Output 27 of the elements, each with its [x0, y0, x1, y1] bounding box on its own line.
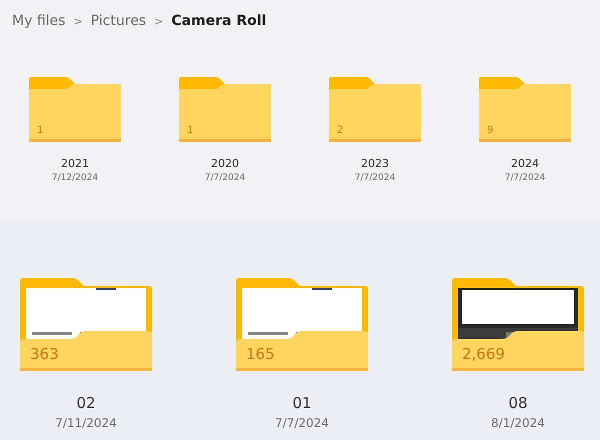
- breadcrumb-item[interactable]: Camera Roll: [171, 13, 266, 29]
- chevron-icon: >: [73, 14, 83, 28]
- folder-name[interactable]: 2023: [361, 157, 389, 170]
- folder-name[interactable]: 02: [76, 394, 96, 412]
- folder-date: 7/7/2024: [354, 173, 396, 183]
- folder-date: 7/7/2024: [504, 173, 546, 183]
- folder-date: 8/1/2024: [491, 416, 545, 430]
- folder-date: 7/7/2024: [204, 173, 246, 183]
- item-count: 9: [487, 125, 494, 136]
- item-count: 165: [246, 345, 275, 363]
- breadcrumb-item[interactable]: My files: [12, 13, 66, 29]
- folder-name[interactable]: 08: [508, 394, 528, 412]
- folder-date: 7/12/2024: [52, 173, 98, 183]
- item-count: 1: [187, 125, 194, 136]
- folder-name[interactable]: 2020: [211, 157, 239, 170]
- folder-name[interactable]: 2021: [61, 157, 89, 170]
- folder-date: 7/11/2024: [55, 416, 117, 430]
- item-count: 2,669: [462, 345, 505, 363]
- folder-icon[interactable]: [452, 278, 584, 372]
- folder-date: 7/7/2024: [275, 416, 329, 430]
- item-count: 1: [37, 125, 44, 136]
- item-count: 363: [30, 345, 59, 363]
- breadcrumb-item[interactable]: Pictures: [90, 13, 146, 29]
- chevron-icon: >: [154, 14, 164, 28]
- item-count: 2: [337, 125, 344, 136]
- folder-name[interactable]: 2024: [511, 157, 539, 170]
- folder-name[interactable]: 01: [292, 394, 312, 412]
